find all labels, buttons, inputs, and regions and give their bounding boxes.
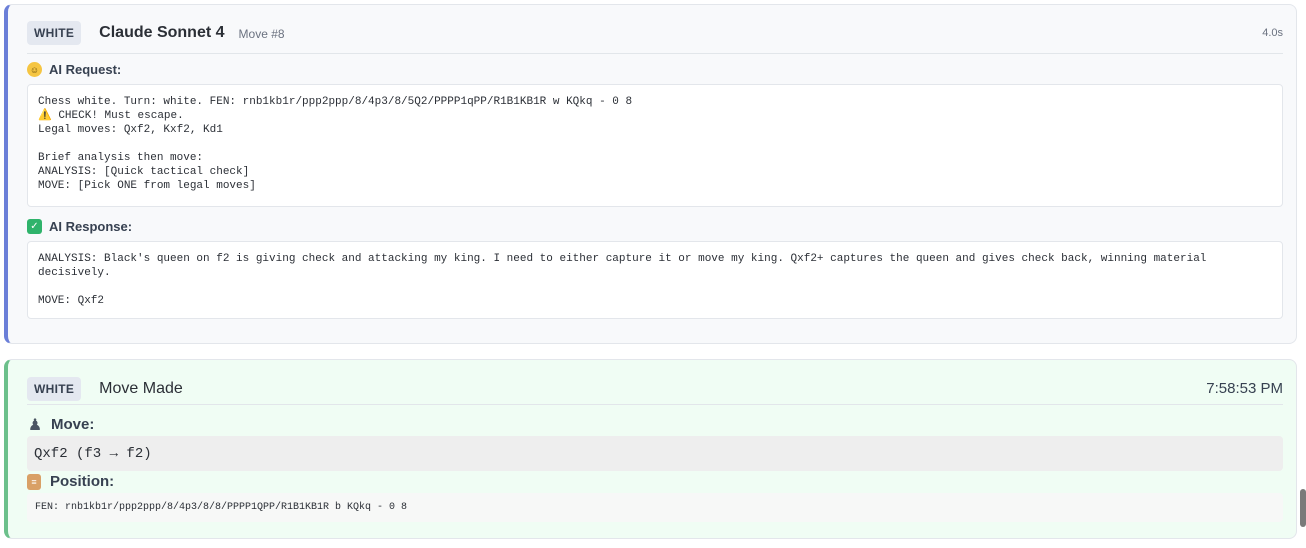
side-badge: WHITE bbox=[27, 20, 82, 45]
header-divider bbox=[27, 53, 1283, 54]
pawn-icon: ♟ bbox=[27, 416, 43, 434]
position-label-text: Position: bbox=[50, 473, 115, 490]
header-divider bbox=[27, 404, 1283, 405]
response-line: MOVE: Qxf2 bbox=[38, 295, 105, 307]
clipboard-icon: ≡ bbox=[27, 473, 41, 490]
request-line: Chess white. Turn: white. FEN: rnb1kb1r/… bbox=[38, 96, 633, 108]
ai-request-label-text: AI Request: bbox=[49, 62, 122, 77]
ai-response-label-text: AI Response: bbox=[49, 219, 133, 234]
check-mark-icon: ✓ bbox=[27, 219, 42, 234]
move-made-card: WHITE Move Made 7:58:53 PM ♟ Move: Qxf2 … bbox=[4, 359, 1297, 539]
scrollbar-thumb[interactable] bbox=[1300, 489, 1306, 527]
move-notation: Qxf2 (f3 → f2) bbox=[27, 436, 1283, 471]
request-line: ANALYSIS: [Quick tactical check] bbox=[38, 166, 250, 178]
response-line: ANALYSIS: Black's queen on f2 is giving … bbox=[38, 253, 1213, 279]
ai-request-content: Chess white. Turn: white. FEN: rnb1kb1r/… bbox=[27, 84, 1283, 207]
warning-icon: ⚠️ bbox=[38, 110, 52, 122]
move-made-title: Move Made bbox=[99, 379, 183, 397]
request-card-header: WHITE Claude Sonnet 4 Move #8 4.0s bbox=[27, 19, 1283, 46]
request-line: Legal moves: Qxf2, Kxf2, Kd1 bbox=[38, 124, 223, 136]
ai-request-label: ☺ AI Request: bbox=[27, 62, 121, 77]
request-line: Brief analysis then move: bbox=[38, 152, 204, 164]
move-number: Move #8 bbox=[238, 26, 285, 41]
request-warning-line: ⚠️ CHECK! Must escape. bbox=[38, 109, 1272, 123]
ai-response-label: ✓ AI Response: bbox=[27, 219, 132, 234]
thinking-face-icon: ☺ bbox=[27, 62, 42, 77]
side-badge: WHITE bbox=[27, 376, 82, 401]
ai-response-content: ANALYSIS: Black's queen on f2 is giving … bbox=[27, 241, 1283, 319]
move-label-text: Move: bbox=[51, 416, 95, 433]
request-warning-text: CHECK! Must escape. bbox=[58, 110, 184, 122]
ai-request-card: WHITE Claude Sonnet 4 Move #8 4.0s ☺ AI … bbox=[4, 4, 1297, 344]
model-name: Claude Sonnet 4 bbox=[99, 23, 225, 41]
position-label: ≡ Position: bbox=[27, 473, 114, 490]
request-line: MOVE: [Pick ONE from legal moves] bbox=[38, 180, 256, 192]
fen-string: FEN: rnb1kb1r/ppp2ppp/8/4p3/8/8/PPPP1QPP… bbox=[27, 493, 1283, 522]
move-card-header: WHITE Move Made 7:58:53 PM bbox=[27, 375, 1283, 402]
move-timestamp: 7:58:53 PM bbox=[1206, 380, 1283, 397]
move-label: ♟ Move: bbox=[27, 416, 95, 434]
request-duration: 4.0s bbox=[1262, 26, 1283, 39]
